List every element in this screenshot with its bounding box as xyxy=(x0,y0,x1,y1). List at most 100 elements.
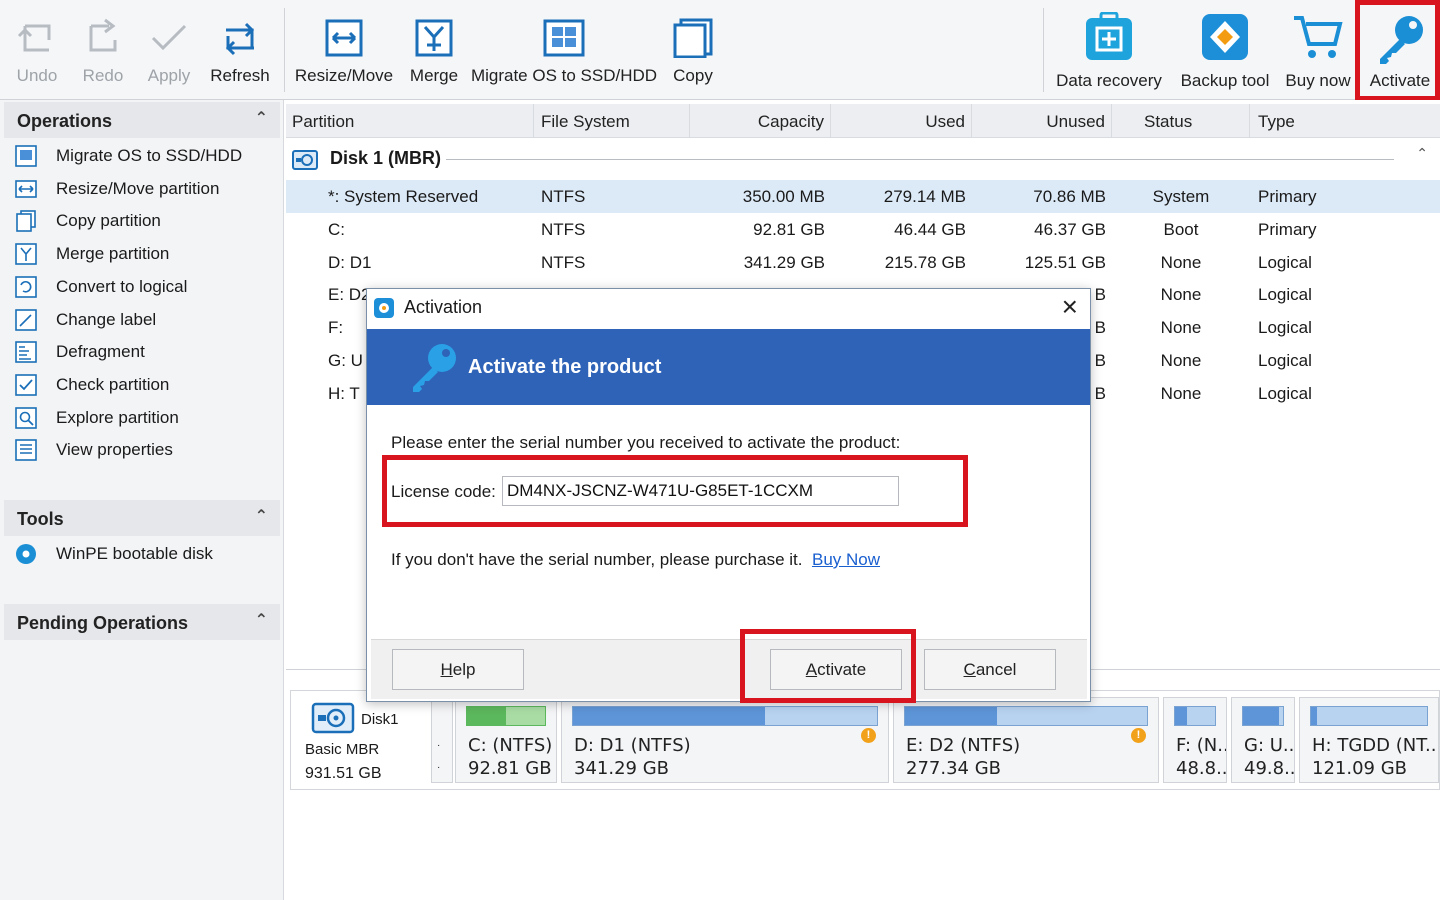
collapse-chevron-icon[interactable]: ⌃ xyxy=(255,506,268,526)
buy-now-label: Buy now xyxy=(1285,71,1351,90)
operation-item[interactable]: Change label xyxy=(14,305,156,335)
cell-status: Boot xyxy=(1163,219,1199,239)
activate-button[interactable]: Activate xyxy=(770,649,902,690)
operation-label: Explore partition xyxy=(56,407,179,427)
copy-button[interactable]: Copy xyxy=(664,0,722,100)
partition-block[interactable]: H: TGDD (NT.. 121.09 GB xyxy=(1299,697,1439,783)
check-icon xyxy=(14,374,38,396)
checkmark-icon xyxy=(151,24,187,51)
resize-move-button[interactable]: Resize/Move xyxy=(292,0,396,100)
system-reserved-block[interactable]: · · xyxy=(431,697,453,783)
cell-capacity: 350.00 MB xyxy=(742,187,825,206)
cell-capacity: 92.81 GB xyxy=(753,219,825,239)
column-header[interactable]: Type xyxy=(1250,104,1440,138)
cancel-button[interactable]: Cancel xyxy=(924,649,1056,690)
partition-text: F: (N.. 48.8.. xyxy=(1176,734,1226,780)
undo-button[interactable]: Undo xyxy=(8,0,66,100)
operation-item[interactable]: Defragment xyxy=(14,337,145,367)
partition-block[interactable]: D: D1 (NTFS) 341.29 GB! xyxy=(561,697,889,783)
data-recovery-button[interactable]: Data recovery xyxy=(1050,0,1168,100)
cell-type: Logical xyxy=(1258,285,1312,305)
tools-header[interactable]: Tools ⌃ xyxy=(4,500,280,536)
pending-operations-title: Pending Operations xyxy=(17,613,189,633)
pending-operations-header[interactable]: Pending Operations ⌃ xyxy=(4,604,280,640)
license-code-input[interactable] xyxy=(502,476,899,506)
buy-now-button[interactable]: Buy now xyxy=(1282,0,1354,100)
merge-button[interactable]: Merge xyxy=(404,0,464,100)
operation-label: Convert to logical xyxy=(56,276,188,296)
migrate-icon xyxy=(14,145,38,167)
operation-item[interactable]: Merge partition xyxy=(14,239,169,269)
refresh-button[interactable]: Refresh xyxy=(206,0,274,100)
operation-item[interactable]: Migrate OS to SSD/HDD xyxy=(14,141,242,171)
close-icon[interactable]: × xyxy=(1062,291,1078,323)
migrate-os-icon xyxy=(543,19,585,57)
backup-tool-button[interactable]: Backup tool xyxy=(1176,0,1274,100)
disk-row[interactable]: Disk 1 (MBR) ⌃ xyxy=(286,142,1440,176)
table-header: Partition File System Capacity Used Unus… xyxy=(286,104,1440,138)
cell-type: Primary xyxy=(1258,187,1317,206)
table-row[interactable]: *: System Reserved NTFS 350.00 MB 279.14 MB… xyxy=(286,180,1440,213)
partition-block[interactable]: G: U.. 49.8.. xyxy=(1231,697,1295,783)
collapse-chevron-icon[interactable]: ⌃ xyxy=(1416,145,1428,162)
cell-type: Primary xyxy=(1258,219,1317,239)
partition-name: F: (N.. xyxy=(1176,735,1226,756)
tools-title: Tools xyxy=(17,509,64,529)
column-header[interactable]: Used xyxy=(831,104,972,138)
apply-button[interactable]: Apply xyxy=(140,0,198,100)
usage-fill xyxy=(905,707,997,725)
usage-bar xyxy=(904,706,1148,726)
convert-icon xyxy=(14,275,38,298)
buy-now-link[interactable]: Buy Now xyxy=(812,550,880,570)
operations-header[interactable]: Operations ⌃ xyxy=(4,102,280,138)
usage-bar xyxy=(1310,706,1428,726)
partition-text: E: D2 (NTFS) 277.34 GB xyxy=(906,734,1158,780)
tool-item-winpe[interactable]: WinPE bootable disk xyxy=(14,539,213,569)
partition-block[interactable]: F: (N.. 48.8.. xyxy=(1163,697,1227,783)
activate-toolbar-button[interactable]: Activate xyxy=(1362,0,1438,100)
partition-block[interactable]: C: (NTFS) 92.81 GB xyxy=(455,697,557,783)
copy-icon xyxy=(14,210,38,233)
partition-name: E: D2 (NTFS) xyxy=(906,735,1021,756)
undo-icon xyxy=(17,24,51,52)
first-aid-kit-icon xyxy=(1086,12,1132,60)
operation-item[interactable]: Copy partition xyxy=(14,206,161,236)
disk-info-block[interactable]: Disk1 Basic MBR 931.51 GB xyxy=(295,697,453,783)
dialog-titlebar[interactable]: Activation × xyxy=(367,289,1090,327)
column-header[interactable]: Unused xyxy=(972,104,1112,138)
table-row[interactable]: D: D1 NTFS 341.29 GB 215.78 GB 125.51 GB None… xyxy=(286,246,1440,279)
operation-item[interactable]: Explore partition xyxy=(14,403,179,433)
help-button[interactable]: Help xyxy=(392,649,524,690)
disc-icon xyxy=(14,543,38,565)
shopping-cart-icon xyxy=(1294,16,1343,58)
column-header[interactable]: Partition xyxy=(286,104,534,138)
partition-block[interactable]: E: D2 (NTFS) 277.34 GB! xyxy=(893,697,1159,783)
migrate-os-button[interactable]: Migrate OS to SSD/HDD xyxy=(471,0,657,100)
operation-item[interactable]: Check partition xyxy=(14,370,169,400)
cell-fs: NTFS xyxy=(541,219,586,239)
key-icon xyxy=(413,344,456,392)
warning-icon: ! xyxy=(1131,728,1146,743)
warning-icon: ! xyxy=(861,728,876,743)
column-header[interactable]: Status xyxy=(1112,104,1250,138)
usage-fill xyxy=(1175,707,1187,725)
operations-title: Operations xyxy=(17,111,113,131)
redo-button[interactable]: Redo xyxy=(74,0,132,100)
table-row[interactable]: C: NTFS 92.81 GB 46.44 GB 46.37 GB Boot Primar… xyxy=(286,213,1440,246)
cell-status: None xyxy=(1160,383,1202,403)
partition-text: D: D1 (NTFS) 341.29 GB xyxy=(574,734,888,780)
operation-item[interactable]: Resize/Move partition xyxy=(14,174,219,204)
operation-item[interactable]: Convert to logical xyxy=(14,272,187,302)
collapse-chevron-icon[interactable]: ⌃ xyxy=(255,610,268,630)
cell-unused: 125.51 GB xyxy=(1024,252,1106,272)
column-header[interactable]: Capacity xyxy=(690,104,831,138)
column-header[interactable]: File System xyxy=(534,104,690,138)
partition-size: 121.09 GB xyxy=(1312,758,1408,779)
refresh-label: Refresh xyxy=(210,66,270,85)
dot-marker: · xyxy=(437,740,441,751)
partition-name: C: (NTFS) xyxy=(468,735,553,756)
operation-item[interactable]: View properties xyxy=(14,435,173,465)
hard-disk-icon xyxy=(311,702,355,734)
usage-bar xyxy=(572,706,878,726)
collapse-chevron-icon[interactable]: ⌃ xyxy=(255,108,268,128)
